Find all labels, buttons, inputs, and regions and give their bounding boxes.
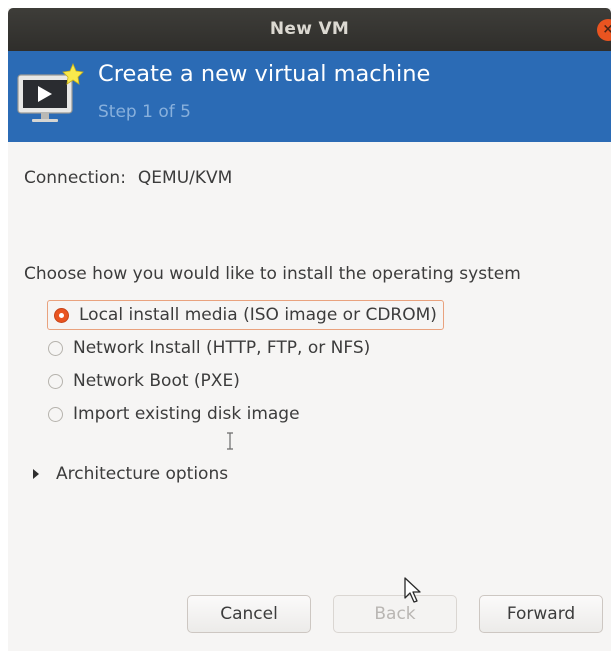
back-button[interactable]: Back xyxy=(333,595,457,633)
architecture-options-expander[interactable]: Architecture options xyxy=(33,464,228,484)
radio-unchecked-icon[interactable] xyxy=(48,406,63,422)
radio-unchecked-icon[interactable] xyxy=(48,373,63,389)
radio-label: Local install media (ISO image or CDROM) xyxy=(79,305,437,325)
title-bar[interactable]: New VM × xyxy=(8,8,611,51)
radio-unchecked-icon[interactable] xyxy=(48,340,63,356)
radio-import-disk-image[interactable]: Import existing disk image xyxy=(48,400,300,428)
connection-value: QEMU/KVM xyxy=(137,168,233,188)
vm-monitor-new-icon xyxy=(17,63,84,122)
radio-network-boot[interactable]: Network Boot (PXE) xyxy=(48,367,240,395)
install-method-prompt: Choose how you would like to install the… xyxy=(24,264,521,284)
window-title: New VM xyxy=(269,19,350,39)
wizard-header: Create a new virtual machine Step 1 of 5 xyxy=(8,51,611,142)
mouse-pointer-icon xyxy=(404,577,421,603)
radio-label: Network Boot (PXE) xyxy=(73,371,240,391)
wizard-step: Step 1 of 5 xyxy=(98,102,191,122)
radio-label: Network Install (HTTP, FTP, or NFS) xyxy=(73,338,371,358)
radio-network-install[interactable]: Network Install (HTTP, FTP, or NFS) xyxy=(48,334,370,362)
forward-button[interactable]: Forward xyxy=(479,595,603,633)
expander-label: Architecture options xyxy=(56,464,229,484)
text-cursor-icon xyxy=(227,432,233,450)
cancel-button[interactable]: Cancel xyxy=(187,595,311,633)
connection-row: Connection: QEMU/KVM xyxy=(24,168,232,188)
wizard-title: Create a new virtual machine xyxy=(98,61,431,87)
expander-arrow-icon[interactable] xyxy=(33,469,39,479)
new-vm-dialog: New VM × Create a new virtual machine St… xyxy=(8,8,611,651)
connection-label: Connection: xyxy=(24,168,126,188)
radio-checked-icon[interactable] xyxy=(54,307,69,323)
radio-label: Import existing disk image xyxy=(73,404,300,424)
radio-local-install-media[interactable]: Local install media (ISO image or CDROM) xyxy=(47,300,444,330)
